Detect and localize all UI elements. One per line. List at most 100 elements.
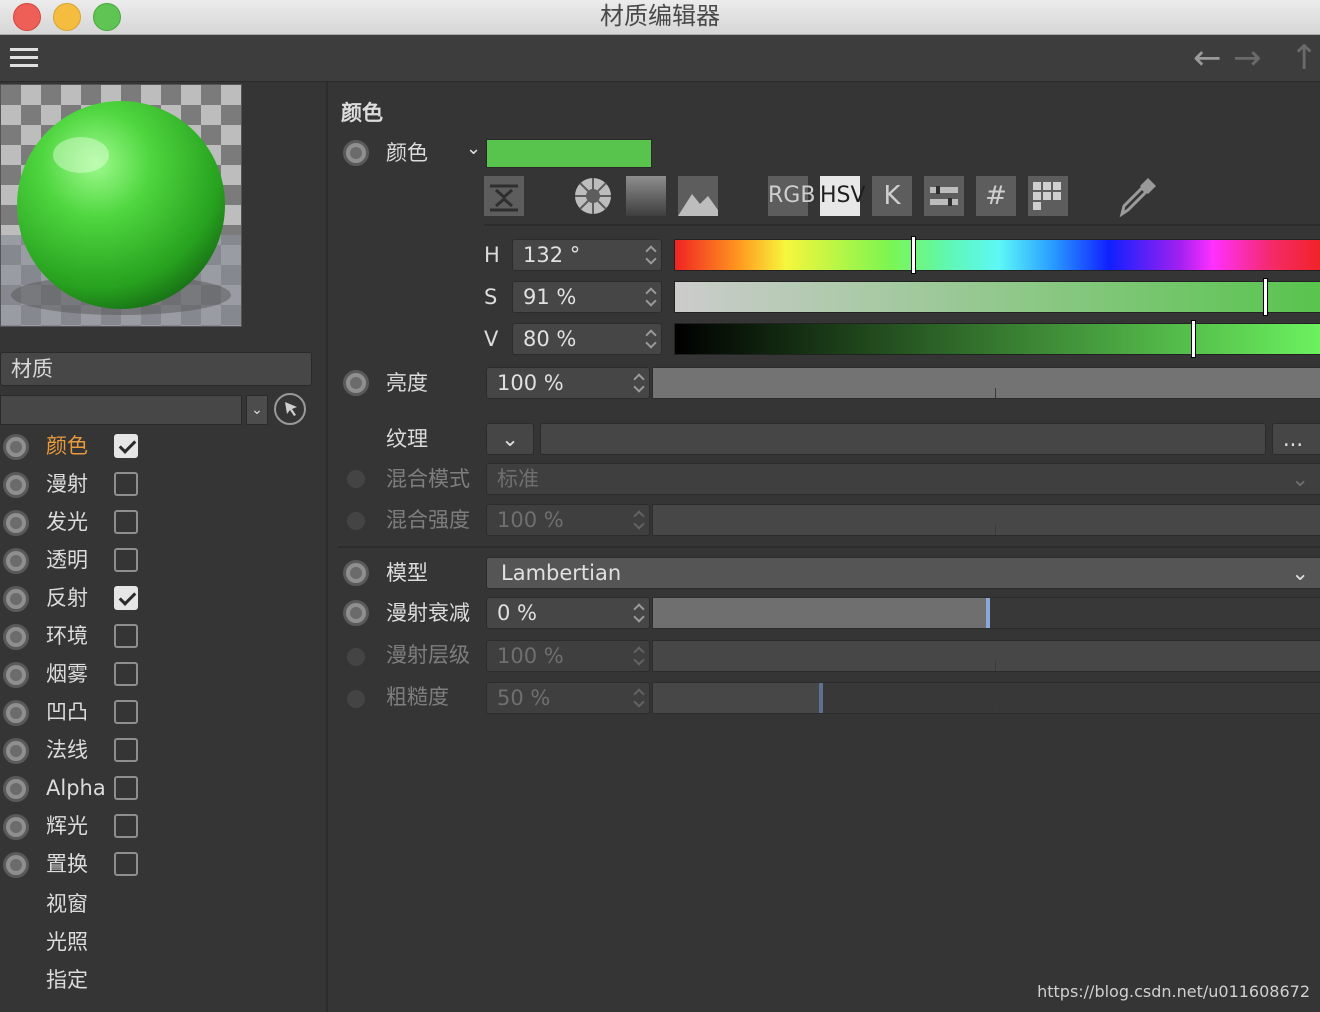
forward-arrow-icon[interactable]: → — [1233, 41, 1262, 75]
model-select[interactable]: Lambertian ⌄ — [486, 557, 1320, 589]
value-slider[interactable] — [674, 320, 1320, 358]
channel-checkbox[interactable] — [114, 434, 138, 458]
channel-item[interactable]: 发光 — [0, 504, 320, 542]
kelvin-mode-button[interactable]: K — [872, 176, 912, 216]
s-input[interactable]: 91 % — [512, 281, 662, 313]
stepper-icon[interactable] — [645, 244, 657, 266]
channel-checkbox[interactable] — [114, 814, 138, 838]
back-arrow-icon[interactable]: ← — [1193, 41, 1222, 75]
channel-extra-viewport[interactable]: 视窗 — [0, 886, 320, 924]
menu-icon[interactable] — [0, 35, 48, 81]
channel-item[interactable]: 法线 — [0, 732, 320, 770]
channel-checkbox[interactable] — [114, 662, 138, 686]
stepper-icon[interactable] — [633, 602, 645, 624]
color-anim-radio[interactable] — [343, 140, 369, 166]
channel-checkbox[interactable] — [114, 472, 138, 496]
channel-extra-lighting[interactable]: 光照 — [0, 924, 320, 962]
channel-anim-radio[interactable] — [3, 852, 29, 878]
channel-anim-radio[interactable] — [3, 548, 29, 574]
channel-item[interactable]: 辉光 — [0, 808, 320, 846]
watermark: https://blog.csdn.net/u011608672 — [1037, 982, 1310, 1001]
channel-item[interactable]: Alpha — [0, 770, 320, 808]
texture-more-button[interactable]: ... — [1272, 423, 1320, 455]
texture-dropdown[interactable]: ⌄ — [486, 423, 534, 455]
v-label: V — [484, 327, 499, 351]
chevron-down-icon[interactable]: ⌄ — [466, 138, 481, 159]
h-input[interactable]: 132 ° — [512, 239, 662, 271]
channel-checkbox[interactable] — [114, 510, 138, 534]
v-value: 80 % — [523, 327, 577, 351]
brightness-anim-radio[interactable] — [343, 370, 369, 396]
material-name-field[interactable]: 材质 — [0, 352, 312, 386]
channel-label: 指定 — [46, 968, 88, 992]
channel-checkbox[interactable] — [114, 548, 138, 572]
channel-checkbox[interactable] — [114, 700, 138, 724]
diffuse-falloff-input[interactable]: 0 % — [486, 597, 650, 629]
spectrum-icon[interactable] — [626, 176, 666, 216]
hsv-mode-button[interactable]: HSV — [820, 176, 866, 216]
swatches-grid-icon[interactable] — [1028, 176, 1068, 216]
channel-anim-radio[interactable] — [3, 472, 29, 498]
hue-marker[interactable] — [910, 236, 916, 274]
channel-anim-radio[interactable] — [3, 510, 29, 536]
material-select[interactable] — [0, 395, 242, 425]
channel-item[interactable]: 置换 — [0, 846, 320, 884]
value-marker[interactable] — [1191, 320, 1197, 358]
image-picker-icon[interactable] — [678, 176, 718, 216]
material-preview[interactable] — [0, 84, 242, 327]
diffuse-falloff-anim-radio[interactable] — [343, 600, 369, 626]
model-anim-radio[interactable] — [343, 560, 369, 586]
channel-item[interactable]: 透明 — [0, 542, 320, 580]
color-swatch[interactable] — [486, 139, 652, 168]
channel-item[interactable]: 颜色 — [0, 428, 320, 466]
stepper-icon[interactable] — [645, 286, 657, 308]
channel-anim-radio[interactable] — [3, 434, 29, 460]
model-label: 模型 — [386, 561, 428, 585]
saturation-slider[interactable] — [674, 278, 1320, 316]
channel-checkbox[interactable] — [114, 738, 138, 762]
roughness-anim-radio — [347, 690, 365, 708]
up-arrow-icon[interactable]: ↑ — [1290, 41, 1319, 75]
slider-knob — [818, 683, 823, 713]
saturation-marker[interactable] — [1262, 278, 1268, 316]
channel-item[interactable]: 漫射 — [0, 466, 320, 504]
brightness-slider[interactable] — [652, 367, 1320, 399]
channel-anim-radio[interactable] — [3, 662, 29, 688]
stepper-icon[interactable] — [633, 372, 645, 394]
collapse-icon[interactable] — [484, 176, 524, 216]
channel-item[interactable]: 环境 — [0, 618, 320, 656]
texture-path-field[interactable] — [540, 423, 1266, 455]
v-input[interactable]: 80 % — [512, 323, 662, 355]
diffuse-falloff-slider[interactable] — [652, 597, 1320, 629]
channel-checkbox[interactable] — [114, 586, 138, 610]
divider — [484, 224, 1320, 226]
color-wheel-icon[interactable] — [572, 176, 612, 216]
channel-anim-radio[interactable] — [3, 738, 29, 764]
hue-slider[interactable] — [674, 236, 1320, 274]
chevron-down-icon: ⌄ — [1291, 561, 1309, 585]
channel-checkbox[interactable] — [114, 852, 138, 876]
brightness-value: 100 % — [497, 371, 564, 395]
brightness-input[interactable]: 100 % — [486, 367, 650, 399]
stepper-icon — [633, 509, 645, 531]
channel-extra-assign[interactable]: 指定 — [0, 962, 320, 1000]
channel-anim-radio[interactable] — [3, 586, 29, 612]
eyedropper-icon[interactable] — [1116, 174, 1160, 218]
channel-checkbox[interactable] — [114, 624, 138, 648]
channel-anim-radio[interactable] — [3, 814, 29, 840]
channel-checkbox[interactable] — [114, 776, 138, 800]
channel-item[interactable]: 反射 — [0, 580, 320, 618]
h-label: H — [484, 243, 500, 267]
pick-cursor-icon[interactable] — [274, 393, 306, 425]
slider-knob[interactable] — [986, 598, 990, 628]
channel-item[interactable]: 烟雾 — [0, 656, 320, 694]
rgb-mode-button[interactable]: RGB — [768, 176, 815, 216]
hex-mode-button[interactable]: # — [976, 176, 1016, 216]
channel-anim-radio[interactable] — [3, 700, 29, 726]
channel-anim-radio[interactable] — [3, 776, 29, 802]
chevron-down-icon[interactable]: ⌄ — [246, 395, 268, 425]
channel-item[interactable]: 凹凸 — [0, 694, 320, 732]
mixer-icon[interactable] — [924, 176, 964, 216]
stepper-icon[interactable] — [645, 328, 657, 350]
channel-anim-radio[interactable] — [3, 624, 29, 650]
